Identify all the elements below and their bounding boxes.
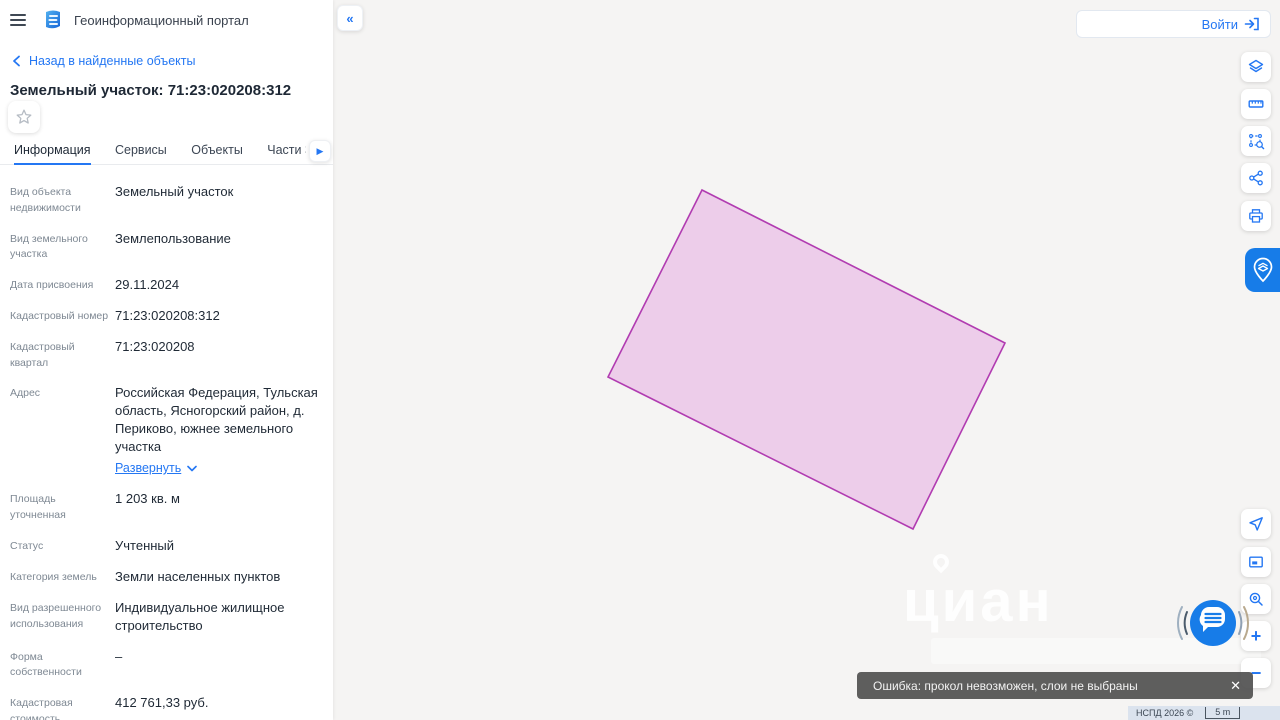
tab-parcel-parts[interactable]: Части ЗУ xyxy=(267,143,306,163)
chevron-left-icon xyxy=(13,55,20,67)
map-canvas[interactable]: циан xyxy=(333,0,1280,720)
measure-button[interactable] xyxy=(1241,89,1271,119)
address-text: Российская Федерация, Тульская область, … xyxy=(115,385,318,455)
detail-label: Адрес xyxy=(10,387,41,400)
detail-label: Дата присвоения xyxy=(10,279,94,291)
spatial-search-button[interactable] xyxy=(1241,126,1271,156)
print-button[interactable] xyxy=(1241,201,1271,231)
overview-map-button[interactable] xyxy=(1241,547,1271,577)
ruler-icon xyxy=(1248,100,1264,108)
detail-row-address: Адрес Российская Федерация, Тульская обл… xyxy=(10,384,322,477)
star-icon xyxy=(16,109,32,124)
detail-row: Вид разрешенного использования Индивидуал… xyxy=(10,599,322,635)
object-info-panel: Геоинформационный портал Назад в найденн… xyxy=(0,0,333,720)
layers-button[interactable] xyxy=(1241,52,1271,82)
tab-services[interactable]: Сервисы xyxy=(115,143,167,163)
login-icon xyxy=(1244,17,1259,31)
detail-value: Земельный участок xyxy=(115,184,234,199)
collapse-panel-button[interactable]: « xyxy=(337,5,363,31)
detail-label: Категория земель xyxy=(10,570,97,583)
page-title: Земельный участок: 71:23:020208:312 xyxy=(10,82,292,99)
login-label: Войти xyxy=(1201,16,1238,32)
detail-value: 71:23:020208:312 xyxy=(115,307,220,323)
detail-row: Кадастровый квартал 71:23:020208 xyxy=(10,338,322,372)
minimap-icon xyxy=(1249,556,1263,568)
detail-row: Форма собственности – xyxy=(10,648,322,682)
tabs-bar: Информация Сервисы Объекты Части ЗУ Сост… xyxy=(0,140,333,165)
login-bar: Войти xyxy=(1076,10,1271,38)
tabs-strip: Информация Сервисы Объекты Части ЗУ Сост… xyxy=(14,141,306,165)
app-header: Геоинформационный портал xyxy=(0,0,333,40)
polygon-search-icon xyxy=(1248,133,1264,149)
tabs-scroll-right-button[interactable]: ▶ xyxy=(309,140,331,162)
detail-label: Площадь уточненная xyxy=(10,493,66,522)
navigation-arrow-icon xyxy=(1249,517,1263,531)
map-layer xyxy=(606,188,1007,531)
locate-me-button[interactable] xyxy=(1241,509,1271,539)
map-legend-flyout-button[interactable] xyxy=(1245,248,1280,292)
map-pin-icon xyxy=(1253,257,1272,283)
detail-value: Земли населенных пунктов xyxy=(115,568,281,584)
detail-label: Кадастровый номер xyxy=(10,309,109,322)
layers-icon xyxy=(1248,59,1264,73)
tab-objects[interactable]: Объекты xyxy=(191,143,243,163)
detail-row: Дата присвоения 29.11.2024 xyxy=(10,276,322,294)
detail-row: Статус Учтенный xyxy=(10,537,322,555)
detail-value: Российская Федерация, Тульская область, … xyxy=(115,384,322,477)
detail-value: 71:23:020208 xyxy=(115,338,195,354)
detail-row: Кадастровый номер 71:23:020208:312 xyxy=(10,307,322,325)
detail-value: – xyxy=(115,648,123,664)
menu-icon[interactable] xyxy=(10,14,26,26)
app-title: Геоинформационный портал xyxy=(74,12,249,28)
share-icon xyxy=(1249,170,1263,186)
error-toast: Ошибка: прокол невозможен, слои не выбра… xyxy=(857,672,1253,699)
chat-fab-button[interactable] xyxy=(1167,577,1259,669)
detail-label: Кадастровая стоимость xyxy=(10,697,73,720)
detail-row: Кадастровая стоимость 412 761,33 руб. xyxy=(10,694,322,720)
detail-row: Вид земельного участка Землепользование xyxy=(10,230,322,264)
detail-row: Категория земель Земли населенных пунктов xyxy=(10,568,322,586)
detail-value: 412 761,33 руб. xyxy=(115,695,209,711)
detail-row: Площадь уточненная 1 203 кв. м xyxy=(10,490,322,524)
back-link[interactable]: Назад в найденные объекты xyxy=(12,54,333,68)
detail-label: Кадастровый квартал xyxy=(10,340,75,369)
detail-value: 1 203 кв. м xyxy=(115,491,180,507)
detail-value: 29.11.2024 xyxy=(115,277,180,292)
detail-value: Индивидуальное жилищное строительство xyxy=(115,599,285,633)
printer-icon xyxy=(1249,209,1263,223)
login-button[interactable]: Войти xyxy=(1202,17,1260,32)
map-watermark: циан xyxy=(903,550,1054,635)
attribution-text: НСПД 2026 © xyxy=(1136,708,1194,718)
toast-close-icon[interactable]: ✕ xyxy=(1218,678,1253,694)
detail-label: Вид разрешенного использования xyxy=(10,601,102,630)
detail-label: Вид земельного участка xyxy=(10,232,88,261)
error-toast-message: Ошибка: прокол невозможен, слои не выбра… xyxy=(873,678,1138,693)
detail-label: Вид объекта недвижимости xyxy=(10,186,81,214)
favorite-button[interactable] xyxy=(8,101,40,133)
app-logo-icon xyxy=(46,10,60,29)
share-button[interactable] xyxy=(1241,163,1271,193)
map-attribution-bar: НСПД 2026 © 5 m xyxy=(1128,706,1280,720)
details-list: Вид объекта недвижимости Земельный участо… xyxy=(10,183,322,720)
expand-address-link[interactable]: Развернуть xyxy=(115,460,198,477)
scale-bar: 5 m xyxy=(1205,707,1241,719)
tab-information[interactable]: Информация xyxy=(14,143,91,165)
chat-fab-graphic xyxy=(1177,600,1249,646)
back-link-label[interactable]: Назад в найденные объекты xyxy=(29,54,195,68)
detail-row: Вид объекта недвижимости Земельный участо… xyxy=(10,183,322,217)
chevron-down-icon xyxy=(187,465,198,472)
detail-label: Форма собственности xyxy=(10,650,82,679)
detail-label: Статус xyxy=(10,539,44,552)
parcel-polygon[interactable] xyxy=(606,188,1007,531)
detail-value: Землепользование xyxy=(115,230,231,246)
detail-value: Учтенный xyxy=(115,537,175,553)
